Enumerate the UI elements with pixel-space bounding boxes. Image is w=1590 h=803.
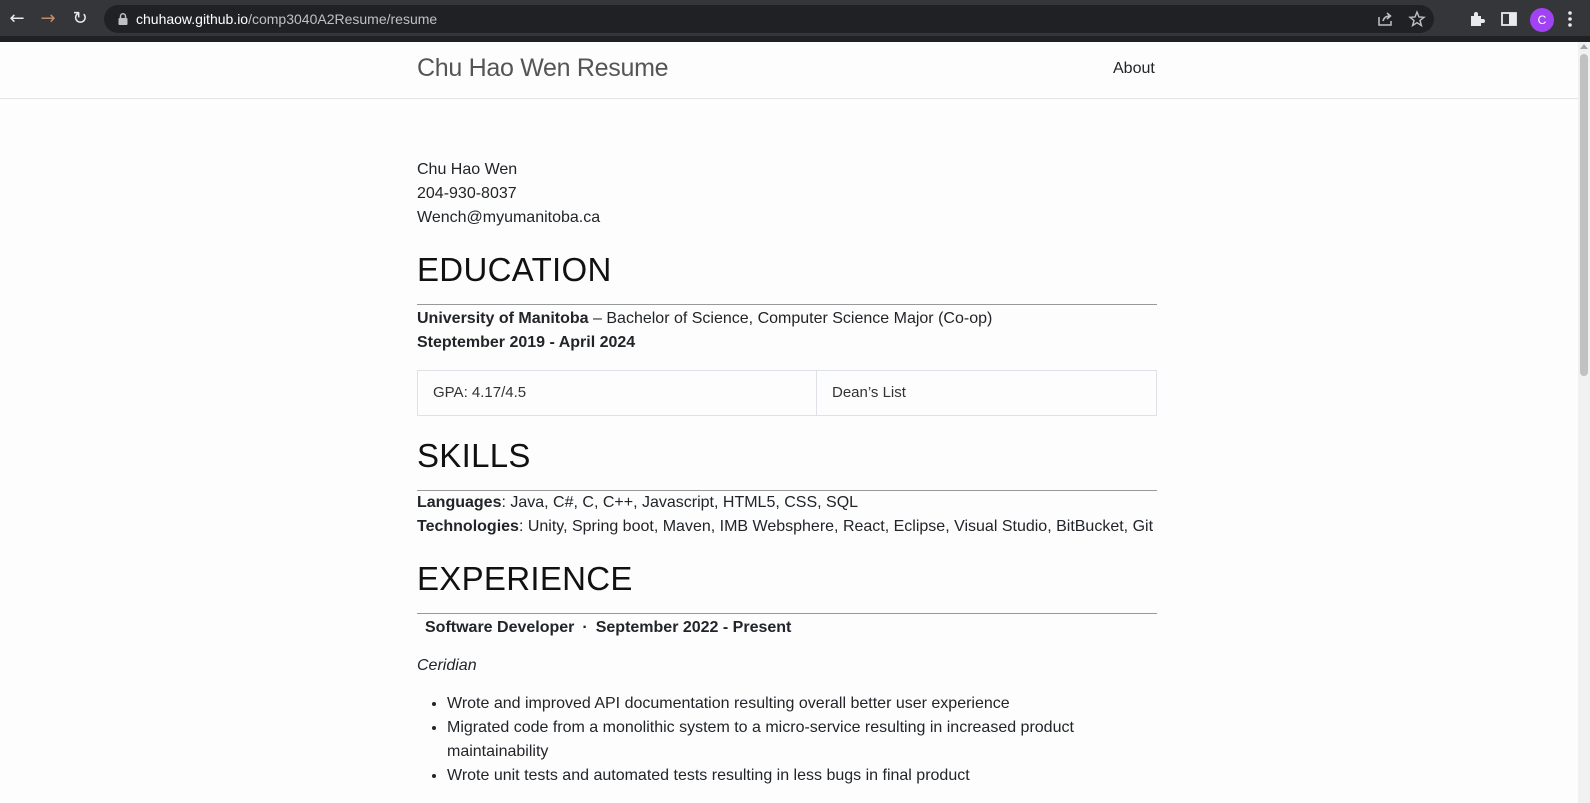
experience-bullets: Wrote and improved API documentation res… bbox=[417, 692, 1157, 788]
education-school-line: University of Manitoba – Bachelor of Sci… bbox=[417, 307, 1157, 331]
languages-label: Languages bbox=[417, 494, 502, 511]
avatar[interactable]: C bbox=[1530, 8, 1554, 32]
skills-heading: SKILLS bbox=[417, 436, 1157, 491]
job-role: Software Developer bbox=[425, 619, 575, 636]
scroll-thumb[interactable] bbox=[1580, 54, 1588, 376]
experience-title: Software Developer · September 2022 - Pres… bbox=[417, 616, 1157, 640]
education-heading: EDUCATION bbox=[417, 250, 1157, 305]
scroll-up-icon[interactable] bbox=[1580, 44, 1588, 49]
nav-link-about[interactable]: About bbox=[1113, 60, 1155, 78]
forward-icon[interactable]: → bbox=[37, 8, 59, 30]
contact-info: Chu Hao Wen 204-930-8037 Wench@myumanito… bbox=[417, 158, 1157, 230]
list-item: Wrote unit tests and automated tests res… bbox=[447, 764, 1157, 788]
extensions-icon[interactable] bbox=[1467, 9, 1487, 29]
side-panel-icon[interactable] bbox=[1499, 9, 1519, 29]
back-icon[interactable]: ← bbox=[6, 8, 28, 30]
list-item: Wrote and improved API documentation res… bbox=[447, 692, 1157, 716]
table-row: GPA: 4.17/4.5 Dean’s List bbox=[417, 370, 1157, 416]
technologies-list: : Unity, Spring boot, Maven, IMB Websphe… bbox=[518, 518, 1154, 535]
degree-text: – Bachelor of Science, Computer Science … bbox=[588, 310, 993, 327]
resume-content: Chu Hao Wen 204-930-8037 Wench@myumanito… bbox=[417, 158, 1157, 788]
skills-languages: Languages: Java, C#, C, C++, Javascript,… bbox=[417, 491, 1157, 515]
company-name: Ceridian bbox=[417, 657, 477, 674]
web-page: Chu Hao Wen Resume About Chu Hao Wen 204… bbox=[0, 42, 1578, 803]
technologies-label: Technologies bbox=[417, 518, 519, 535]
site-navbar: Chu Hao Wen Resume About bbox=[0, 42, 1578, 99]
contact-phone: 204-930-8037 bbox=[417, 185, 517, 202]
vertical-scrollbar[interactable] bbox=[1578, 42, 1590, 803]
star-icon[interactable] bbox=[1408, 10, 1426, 28]
job-dates: September 2022 - Present bbox=[595, 619, 792, 636]
education-table: GPA: 4.17/4.5 Dean’s List bbox=[417, 370, 1157, 416]
browser-toolbar: ← → ↻ chuhaow.github.io/comp3040A2Resume… bbox=[0, 0, 1590, 40]
languages-list: : Java, C#, C, C++, Javascript, HTML5, C… bbox=[501, 494, 859, 511]
lock-icon bbox=[118, 13, 128, 25]
education-dates: Steptember 2019 - April 2024 bbox=[417, 334, 636, 351]
skills-technologies: Technologies: Unity, Spring boot, Maven,… bbox=[417, 515, 1157, 539]
contact-name: Chu Hao Wen bbox=[417, 161, 518, 178]
address-bar[interactable]: chuhaow.github.io/comp3040A2Resume/resum… bbox=[104, 5, 1434, 33]
menu-icon[interactable] bbox=[1560, 9, 1580, 29]
experience-heading: EXPERIENCE bbox=[417, 559, 1157, 614]
list-item: Migrated code from a monolithic system t… bbox=[447, 716, 1157, 764]
contact-email: Wench@myumanitoba.ca bbox=[417, 209, 601, 226]
title-separator: · bbox=[582, 619, 588, 636]
url-host: chuhaow.github.io bbox=[136, 11, 249, 27]
url-path: /comp3040A2Resume/resume bbox=[248, 11, 438, 27]
url-text[interactable]: chuhaow.github.io/comp3040A2Resume/resum… bbox=[136, 11, 437, 27]
reload-icon[interactable]: ↻ bbox=[69, 8, 91, 30]
share-icon[interactable] bbox=[1376, 10, 1394, 28]
navbar-brand[interactable]: Chu Hao Wen Resume bbox=[417, 54, 669, 83]
school-name: University of Manitoba bbox=[417, 310, 589, 327]
gpa-cell: GPA: 4.17/4.5 bbox=[417, 370, 817, 416]
honor-cell: Dean’s List bbox=[816, 370, 1157, 416]
